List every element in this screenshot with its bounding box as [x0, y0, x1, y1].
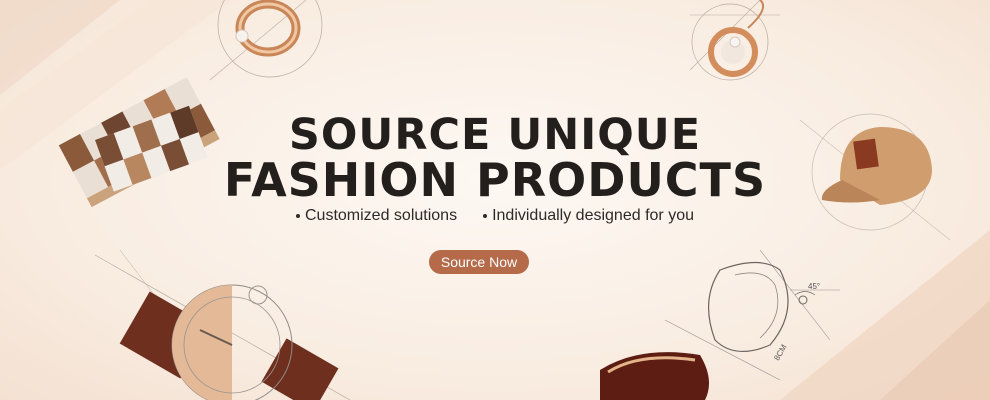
bullet-icon	[296, 214, 300, 218]
feature-item: Individually designed for you	[483, 207, 694, 225]
hero-banner: 45° 8CM SOURCE UNIQUE FASHION PRODUCTS C…	[0, 0, 990, 400]
bullet-icon	[483, 214, 488, 218]
source-now-button[interactable]: Source Now	[429, 250, 529, 274]
headline-line-2: FASHION PRODUCTS	[223, 153, 767, 207]
feature-list: Customized solutions Individually design…	[0, 207, 990, 225]
feature-item: Customized solutions	[296, 207, 457, 225]
angle-label: 45°	[808, 282, 821, 291]
feature-text: Customized solutions	[305, 207, 458, 224]
feature-text: Individually designed for you	[492, 207, 694, 224]
